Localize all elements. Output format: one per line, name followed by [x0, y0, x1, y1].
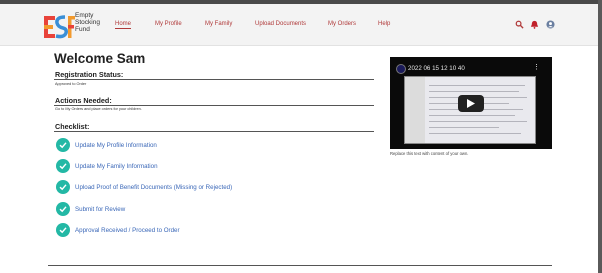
play-icon — [467, 99, 475, 108]
check-circle-icon — [56, 159, 70, 173]
check-circle-icon — [56, 202, 70, 216]
channel-avatar[interactable] — [396, 64, 406, 74]
registration-status-label: Registration Status: — [55, 70, 124, 79]
checklist-item-profile[interactable]: Update My Profile Information — [75, 142, 157, 149]
checklist-item-submit[interactable]: Submit for Review — [75, 206, 125, 213]
divider — [54, 105, 374, 106]
logo-line: Fund — [75, 25, 90, 33]
nav-my-profile[interactable]: My Profile — [155, 21, 182, 27]
checklist-item-family[interactable]: Update My Family Information — [75, 163, 158, 170]
welcome-heading: Welcome Sam — [54, 51, 146, 66]
account-icon[interactable] — [546, 20, 555, 29]
nav-home[interactable]: Home — [115, 21, 132, 29]
nav-my-orders[interactable]: My Orders — [328, 21, 356, 27]
check-circle-icon — [56, 180, 70, 194]
scrollbar[interactable] — [598, 0, 602, 273]
nav-my-family[interactable]: My Family — [205, 21, 232, 27]
nav-help[interactable]: Help — [378, 21, 390, 27]
divider — [54, 131, 374, 132]
site-header: Empty Stocking Fund Home My Profile My F… — [0, 4, 598, 46]
play-button[interactable] — [458, 95, 484, 112]
video-caption: Replace this text with content of your o… — [390, 151, 469, 156]
actions-needed-label: Actions Needed: — [55, 96, 112, 105]
actions-needed-value: Go to My Orders and place orders for you… — [55, 107, 142, 111]
nav-upload-documents[interactable]: Upload Documents — [255, 21, 306, 27]
bell-icon[interactable] — [530, 20, 539, 29]
video-title[interactable]: 2022 06 15 12 10 40 — [408, 65, 465, 72]
registration-status-value: Approved to Order — [55, 82, 87, 86]
divider — [54, 79, 374, 80]
search-icon[interactable] — [515, 20, 524, 29]
esf-logo[interactable] — [43, 14, 75, 40]
logo-text: Empty Stocking Fund — [75, 12, 100, 33]
checklist-item-upload[interactable]: Upload Proof of Benefit Documents (Missi… — [75, 184, 232, 191]
check-circle-icon — [56, 223, 70, 237]
checklist-item-approval[interactable]: Approval Received / Proceed to Order — [75, 227, 180, 234]
footer-divider — [48, 265, 552, 266]
video-player[interactable]: 2022 06 15 12 10 40 ⋮ — [390, 57, 552, 149]
more-vert-icon[interactable]: ⋮ — [533, 64, 540, 71]
checklist-label: Checklist: — [55, 122, 90, 131]
check-circle-icon — [56, 138, 70, 152]
